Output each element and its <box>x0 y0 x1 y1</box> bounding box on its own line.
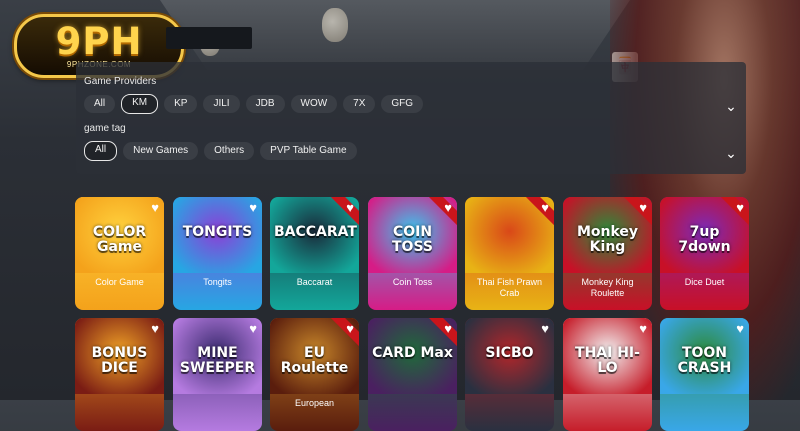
provider-chip-kp[interactable]: KP <box>164 95 198 113</box>
provider-chip-gfg[interactable]: GFG <box>381 95 424 113</box>
tag-chip-new-games[interactable]: New Games <box>123 142 199 160</box>
game-card[interactable]: BACCARAT Baccarat ♥ <box>270 197 359 310</box>
game-art-title: BACCARAT <box>274 224 357 240</box>
provider-chip-km[interactable]: KM <box>121 94 159 114</box>
game-card[interactable]: CARD Max ♥ <box>368 318 457 431</box>
heart-icon[interactable]: ♥ <box>346 201 354 214</box>
tag-chip-pvp-table-game[interactable]: PVP Table Game <box>260 142 357 160</box>
search-input[interactable] <box>166 27 252 49</box>
heart-icon[interactable]: ♥ <box>249 322 257 335</box>
provider-chip-jili[interactable]: JILI <box>203 95 240 113</box>
game-art-title: CARD Max <box>372 345 453 361</box>
game-name: Color Game <box>95 277 144 287</box>
lantern-decoration <box>322 8 348 42</box>
chevron-down-icon[interactable]: ⌄ <box>722 144 740 162</box>
heart-icon[interactable]: ♥ <box>541 201 549 214</box>
game-card[interactable]: Thai Fish Prawn Crab ♥ <box>465 197 554 310</box>
game-art-title: THAI HI-LO <box>575 345 640 376</box>
game-art-title: TOON CRASH <box>677 345 732 376</box>
heart-icon[interactable]: ♥ <box>736 322 744 335</box>
provider-chip-jdb[interactable]: JDB <box>245 95 285 113</box>
provider-chip-wow[interactable]: WOW <box>290 95 338 113</box>
game-name: Dice Duet <box>684 277 725 287</box>
game-art-title: SICBO <box>485 345 534 361</box>
provider-chip-7x[interactable]: 7X <box>343 95 376 113</box>
tag-chip-others[interactable]: Others <box>204 142 255 160</box>
heart-icon[interactable]: ♥ <box>151 201 159 214</box>
logo-text: 9PH <box>55 19 143 63</box>
tags-chip-row: All New Games Others PVP Table Game <box>84 141 357 161</box>
game-name: Coin Toss <box>392 277 433 287</box>
heart-icon[interactable]: ♥ <box>639 201 647 214</box>
game-card[interactable]: 7up 7down Dice Duet ♥ <box>660 197 749 310</box>
game-name: Baccarat <box>296 277 333 287</box>
heart-icon[interactable]: ♥ <box>444 322 452 335</box>
game-card[interactable]: Monkey King Monkey King Roulette ♥ <box>563 197 652 310</box>
providers-chip-row: All KM KP JILI JDB WOW 7X GFG <box>84 94 424 114</box>
game-art-title: BONUS DICE <box>91 345 148 376</box>
game-grid: COLOR Game Color Game ♥ TONGITS Tongits ♥ BACC… <box>75 197 749 431</box>
game-card[interactable]: COIN TOSS Coin Toss ♥ <box>368 197 457 310</box>
heart-icon[interactable]: ♥ <box>249 201 257 214</box>
heart-icon[interactable]: ♥ <box>736 201 744 214</box>
heart-icon[interactable]: ♥ <box>444 201 452 214</box>
provider-chip-all[interactable]: All <box>84 95 116 113</box>
game-card[interactable]: MINE SWEEPER ♥ <box>173 318 262 431</box>
game-art-title: EU Roulette <box>280 345 349 376</box>
game-art-title: Monkey King <box>576 224 639 255</box>
heart-icon[interactable]: ♥ <box>151 322 159 335</box>
game-art-title: COLOR Game <box>92 224 147 255</box>
game-card[interactable]: EU Roulette European ♥ <box>270 318 359 431</box>
tags-title: game tag <box>84 123 126 134</box>
heart-icon[interactable]: ♥ <box>541 322 549 335</box>
game-name: Monkey King Roulette <box>581 277 634 298</box>
game-art-title: 7up 7down <box>678 224 731 255</box>
chevron-down-icon[interactable]: ⌄ <box>722 97 740 115</box>
game-card[interactable]: TONGITS Tongits ♥ <box>173 197 262 310</box>
game-card[interactable]: COLOR Game Color Game ♥ <box>75 197 164 310</box>
game-art-title: MINE SWEEPER <box>179 345 256 376</box>
tag-chip-all[interactable]: All <box>84 141 118 161</box>
heart-icon[interactable]: ♥ <box>639 322 647 335</box>
game-card[interactable]: BONUS DICE ♥ <box>75 318 164 431</box>
providers-title: Game Providers <box>84 76 157 87</box>
game-art-title: COIN TOSS <box>392 224 433 255</box>
game-name: Thai Fish Prawn Crab <box>476 277 543 298</box>
heart-icon[interactable]: ♥ <box>346 322 354 335</box>
game-art-title: TONGITS <box>182 224 253 240</box>
game-card[interactable]: SICBO ♥ <box>465 318 554 431</box>
game-card[interactable]: TOON CRASH ♥ <box>660 318 749 431</box>
game-card[interactable]: THAI HI-LO ♥ <box>563 318 652 431</box>
game-name: Tongits <box>203 277 232 287</box>
